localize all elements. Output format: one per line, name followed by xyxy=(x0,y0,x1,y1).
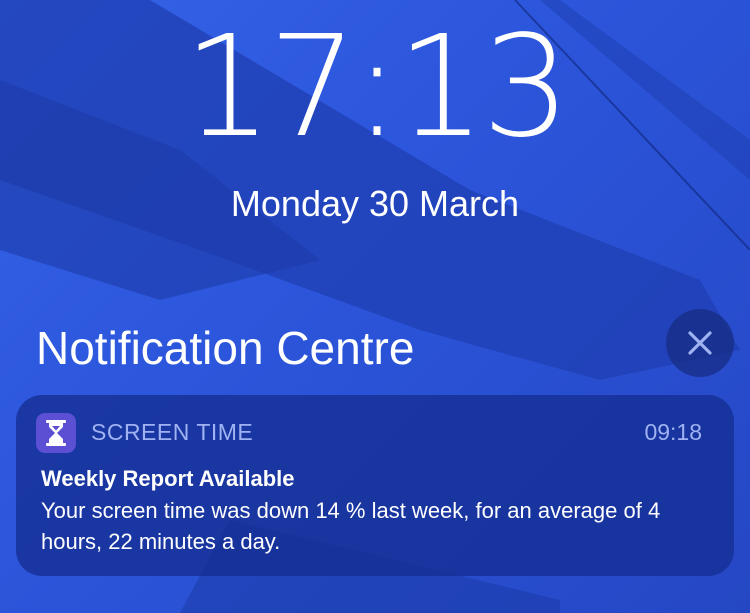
notification-time: 09:18 xyxy=(644,419,702,445)
close-icon xyxy=(688,331,712,355)
notification-centre-title: Notification Centre xyxy=(36,322,415,374)
notification-body: Your screen time was down 14 % last week… xyxy=(41,498,661,554)
lock-screen-clock: 17:13 xyxy=(183,6,570,169)
clear-notifications-button[interactable] xyxy=(666,309,734,377)
hourglass-icon xyxy=(46,420,66,446)
notification-title: Weekly Report Available xyxy=(41,466,295,491)
notification-app-name: SCREEN TIME xyxy=(91,419,254,445)
screen-time-notification[interactable]: SCREEN TIME 09:18 Weekly Report Availabl… xyxy=(16,395,734,576)
screen-time-app-icon xyxy=(36,413,76,453)
lock-screen-date: Monday 30 March xyxy=(230,183,520,224)
